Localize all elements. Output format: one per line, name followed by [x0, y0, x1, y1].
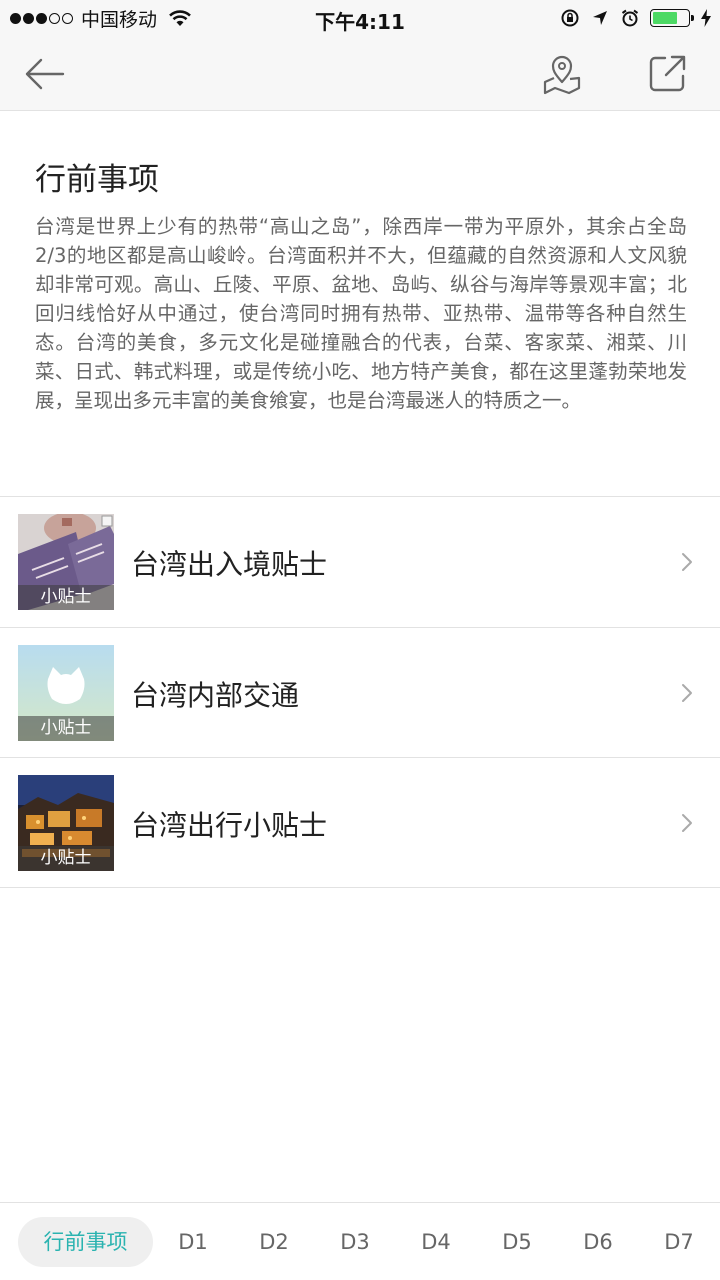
tip-badge: 小贴士 [18, 846, 114, 871]
tab-pre-trip[interactable]: 行前事项 [18, 1217, 153, 1267]
thumbnail-night-town: 小贴士 [18, 775, 114, 871]
nav-bar [0, 36, 720, 111]
back-arrow-icon [25, 58, 65, 90]
tab-d4[interactable]: D4 [405, 1217, 467, 1267]
thumbnail-placeholder: 小贴士 [18, 645, 114, 741]
chevron-right-icon [682, 684, 692, 702]
tab-d5[interactable]: D5 [486, 1217, 548, 1267]
divider [0, 887, 720, 888]
charging-bolt-icon [701, 9, 711, 27]
back-button[interactable] [20, 50, 68, 98]
battery-icon [650, 9, 694, 27]
tab-d2[interactable]: D2 [243, 1217, 305, 1267]
chevron-right-icon [682, 814, 692, 832]
list-item-travel-tips[interactable]: 小贴士 台湾出行小贴士 [0, 758, 720, 888]
battery-level [653, 12, 677, 24]
tip-badge: 小贴士 [18, 585, 114, 610]
location-arrow-icon [593, 11, 607, 25]
tab-d6[interactable]: D6 [567, 1217, 629, 1267]
day-tab-bar: 行前事项 D1 D2 D3 D4 D5 D6 D7 [0, 1202, 720, 1280]
list-item-title: 台湾内部交通 [131, 679, 300, 712]
status-bar: 中国移动 下午4:11 [0, 0, 720, 36]
share-button[interactable] [643, 50, 691, 98]
status-right [560, 7, 712, 29]
tab-d3[interactable]: D3 [324, 1217, 386, 1267]
tab-d1[interactable]: D1 [162, 1217, 224, 1267]
intro-section: 行前事项 台湾是世界上少有的热带“高山之岛”，除西岸一带为平原外，其余占全岛2/… [0, 112, 720, 496]
map-pin-icon [543, 55, 581, 95]
chevron-right-icon [682, 553, 692, 571]
list-item-title: 台湾出入境贴士 [131, 548, 328, 581]
list-item-entry-exit-tips[interactable]: 小贴士 台湾出入境贴士 [0, 497, 720, 627]
map-button[interactable] [538, 50, 586, 98]
thumbnail-passport: 小贴士 [18, 514, 114, 610]
intro-text: 台湾是世界上少有的热带“高山之岛”，除西岸一带为平原外，其余占全岛2/3的地区都… [35, 215, 687, 412]
rotation-lock-icon [561, 9, 579, 27]
tab-d7[interactable]: D7 [648, 1217, 710, 1267]
section-title: 行前事项 [35, 162, 159, 198]
share-icon [649, 55, 686, 92]
tip-badge: 小贴士 [18, 716, 114, 741]
list-item-title: 台湾出行小贴士 [131, 809, 328, 842]
list-item-transport[interactable]: 小贴士 台湾内部交通 [0, 628, 720, 758]
alarm-icon [621, 9, 639, 27]
